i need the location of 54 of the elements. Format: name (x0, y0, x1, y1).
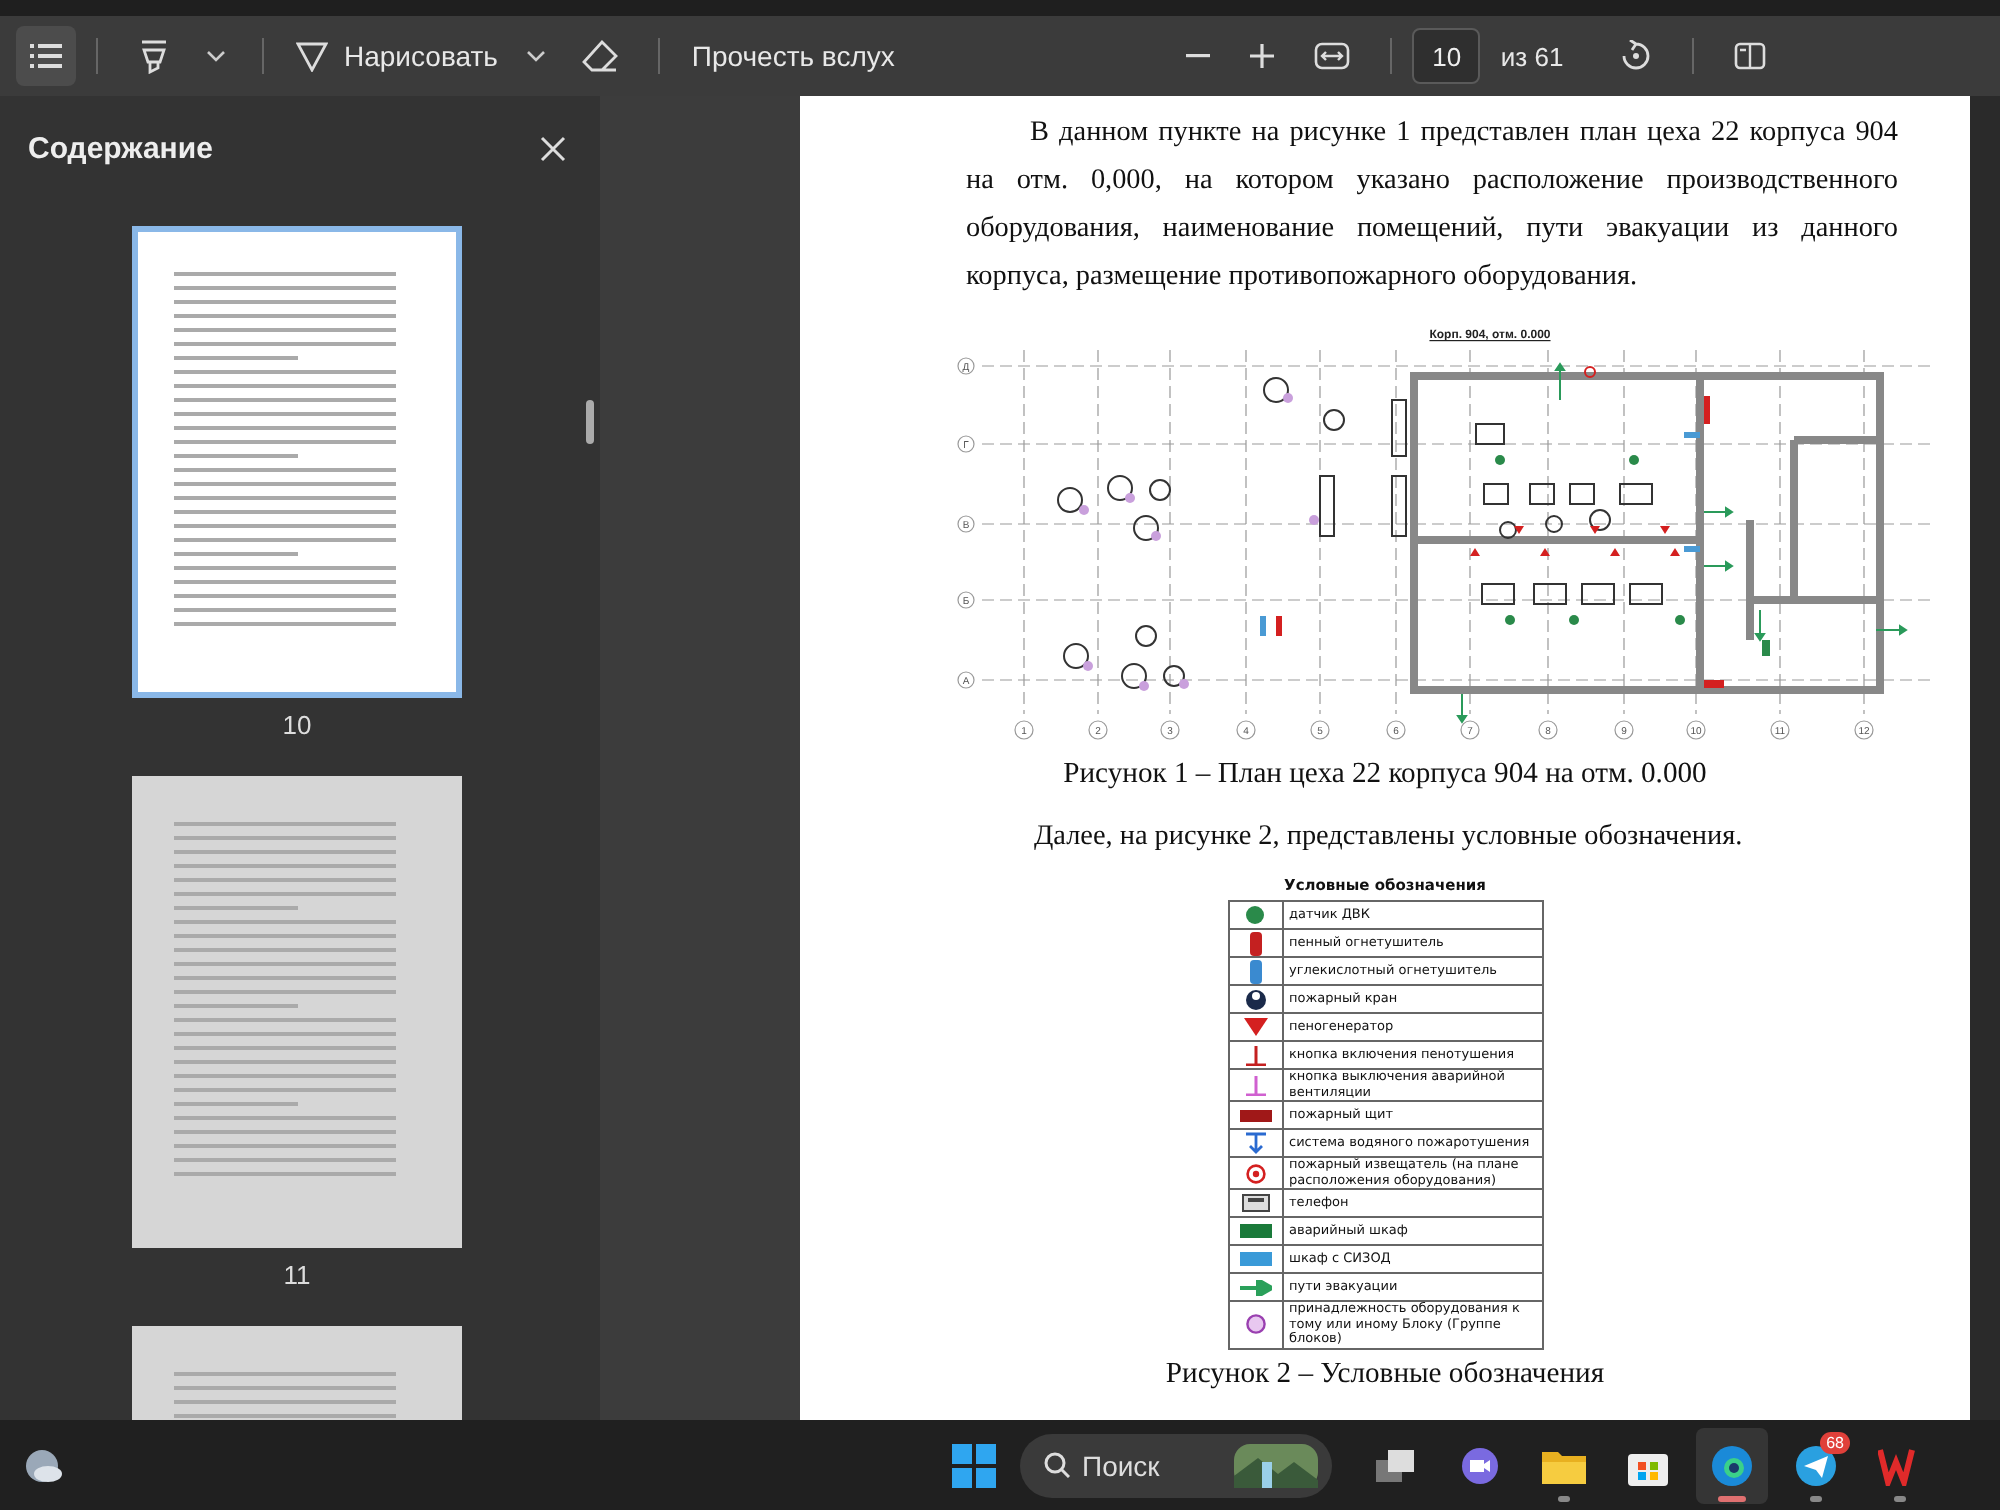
sidebar-title: Содержание (28, 132, 213, 166)
notification-badge: 68 (1820, 1431, 1850, 1453)
scrollbar-thumb[interactable] (586, 400, 594, 444)
close-icon[interactable] (540, 136, 566, 162)
video-camera-icon (1460, 1445, 1500, 1485)
search-icon (1044, 1452, 1070, 1478)
page-number: 11 (283, 1260, 311, 1290)
page-number-field[interactable]: 10 (1412, 28, 1481, 84)
two-page-view-icon[interactable] (1733, 42, 1766, 70)
button-symbol-icon (1245, 1045, 1265, 1065)
chevron-down-icon[interactable] (525, 50, 546, 62)
paragraph: В данном пункте на рисунке 1 представлен план цеха 22 корпуса 904 на отм. 0,000, на котором указано расположение производственного оборудования, наименование помещений, пути эвакуации из данного корпуса, размещение противопожарного оборудования. (964, 114, 1900, 296)
figure-caption: Рисунок 2 – Условные обозначения (1165, 1357, 1605, 1391)
arrow-down-icon (1245, 1132, 1265, 1154)
circle-icon (1246, 906, 1264, 924)
contents-button[interactable] (16, 26, 76, 86)
figure-caption: Рисунок 1 – План цеха 22 корпуса 904 на отм. 0.000 (1063, 758, 1707, 792)
cabinet-icon (1239, 1224, 1271, 1238)
arrow-right-icon (1239, 1279, 1271, 1295)
zoom-in-icon[interactable] (1250, 44, 1275, 68)
taskbar-button[interactable] (1696, 1427, 1768, 1503)
page-count: из 61 (1500, 41, 1564, 71)
fit-width-icon[interactable] (1314, 42, 1351, 70)
paragraph: Далее, на рисунке 2, представлены условные обозначения. (1032, 818, 1745, 856)
cabinet-icon (1239, 1252, 1271, 1266)
list-icon (30, 44, 62, 68)
page-number: 10 (282, 710, 312, 740)
weather-icon[interactable] (24, 1447, 64, 1483)
search-field[interactable]: Поиск (1082, 1449, 1222, 1481)
extinguisher-icon (1249, 931, 1261, 955)
landscape-icon (1234, 1443, 1318, 1487)
extinguisher-icon (1249, 959, 1261, 983)
taskbar-button[interactable]: 68 (1780, 1427, 1852, 1503)
phone-icon (1241, 1194, 1269, 1212)
triangle-icon (1243, 1018, 1267, 1036)
target-icon (1245, 1163, 1265, 1183)
highlighter-icon[interactable] (138, 38, 170, 74)
draw-button[interactable]: Нарисовать (284, 32, 510, 80)
button-symbol-icon (1245, 1075, 1265, 1095)
circle-icon (1245, 1314, 1265, 1335)
panel-icon (1239, 1109, 1271, 1121)
chevron-down-icon[interactable] (206, 50, 226, 62)
windows-stack-icon (1376, 1447, 1416, 1483)
hydrant-icon (1245, 989, 1265, 1009)
page-thumbnail[interactable] (132, 776, 462, 1248)
search-bar[interactable]: Поиск (1020, 1433, 1332, 1497)
page-thumbnail[interactable] (132, 226, 462, 698)
read-aloud-button[interactable]: Прочесть вслух (679, 32, 907, 80)
folder-icon (1542, 1447, 1586, 1483)
eraser-icon[interactable] (581, 40, 618, 72)
windows-start-icon[interactable] (952, 1443, 996, 1487)
browser-icon (1710, 1443, 1754, 1487)
triangle-icon (296, 40, 328, 72)
rotate-icon[interactable] (1619, 40, 1652, 72)
